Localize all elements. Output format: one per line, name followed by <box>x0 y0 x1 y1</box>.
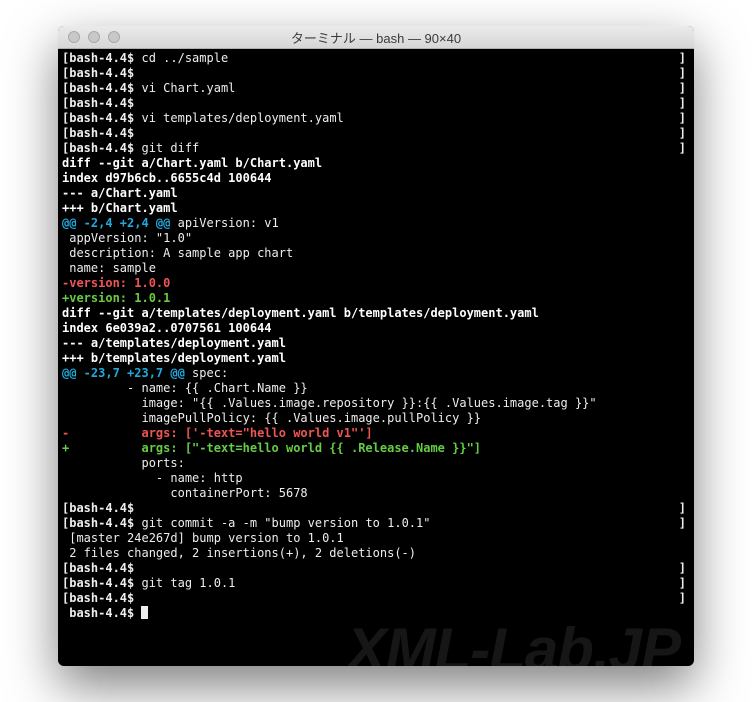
terminal-line: [bash-4.4$ ] <box>62 591 690 606</box>
shell-prompt: bash-4.4 <box>69 66 127 80</box>
terminal-line: - name: http <box>62 471 690 486</box>
terminal-line: --- a/Chart.yaml <box>62 186 690 201</box>
terminal-line: index d97b6cb..6655c4d 100644 <box>62 171 690 186</box>
command-text: git tag 1.0.1 <box>141 576 235 590</box>
terminal-line: - name: {{ .Chart.Name }} <box>62 381 690 396</box>
terminal-line: [bash-4.4$ vi templates/deployment.yaml] <box>62 111 690 126</box>
terminal-line: [bash-4.4$ ] <box>62 126 690 141</box>
command-text: cd ../sample <box>141 51 228 65</box>
window-title: ターミナル — bash — 90×40 <box>58 28 694 47</box>
terminal-line: [bash-4.4$ git commit -a -m "bump versio… <box>62 516 690 531</box>
terminal-line: [bash-4.4$ git tag 1.0.1] <box>62 576 690 591</box>
terminal-line: -version: 1.0.0 <box>62 276 690 291</box>
shell-prompt: bash-4.4 <box>69 126 127 140</box>
terminal-line: [bash-4.4$ ] <box>62 501 690 516</box>
shell-prompt: bash-4.4 <box>69 606 127 620</box>
command-text: vi Chart.yaml <box>141 81 235 95</box>
terminal-line: @@ -23,7 +23,7 @@ spec: <box>62 366 690 381</box>
terminal-line: [bash-4.4$ ] <box>62 66 690 81</box>
terminal-line: [bash-4.4$ ] <box>62 96 690 111</box>
shell-prompt: bash-4.4 <box>69 96 127 110</box>
shell-prompt: bash-4.4 <box>69 591 127 605</box>
terminal-line: + args: ["-text=hello world {{ .Release.… <box>62 441 690 456</box>
terminal-line: --- a/templates/deployment.yaml <box>62 336 690 351</box>
terminal-line: [bash-4.4$ vi Chart.yaml] <box>62 81 690 96</box>
terminal-line: diff --git a/Chart.yaml b/Chart.yaml <box>62 156 690 171</box>
terminal-line: [bash-4.4$ ] <box>62 561 690 576</box>
zoom-icon[interactable] <box>108 31 120 43</box>
terminal-line: +version: 1.0.1 <box>62 291 690 306</box>
shell-prompt: bash-4.4 <box>69 81 127 95</box>
terminal-line: +++ b/Chart.yaml <box>62 201 690 216</box>
shell-prompt: bash-4.4 <box>69 501 127 515</box>
shell-prompt: bash-4.4 <box>69 111 127 125</box>
command-text: git commit -a -m "bump version to 1.0.1" <box>141 516 430 530</box>
terminal-line: +++ b/templates/deployment.yaml <box>62 351 690 366</box>
cursor <box>141 606 148 619</box>
terminal-line: 2 files changed, 2 insertions(+), 2 dele… <box>62 546 690 561</box>
minimize-icon[interactable] <box>88 31 100 43</box>
shell-prompt: bash-4.4 <box>69 51 127 65</box>
terminal-line: index 6e039a2..0707561 100644 <box>62 321 690 336</box>
command-text: vi templates/deployment.yaml <box>141 111 343 125</box>
terminal-line: ports: <box>62 456 690 471</box>
terminal-window: ターミナル — bash — 90×40 [bash-4.4$ cd ../sa… <box>58 26 694 666</box>
terminal-line: appVersion: "1.0" <box>62 231 690 246</box>
terminal-line: [bash-4.4$ cd ../sample] <box>62 51 690 66</box>
shell-prompt: bash-4.4 <box>69 561 127 575</box>
shell-prompt: bash-4.4 <box>69 576 127 590</box>
terminal-line: imagePullPolicy: {{ .Values.image.pullPo… <box>62 411 690 426</box>
watermark: XML-Lab.JP <box>347 642 680 657</box>
terminal-line: bash-4.4$ <box>62 606 690 621</box>
close-icon[interactable] <box>68 31 80 43</box>
terminal-line: image: "{{ .Values.image.repository }}:{… <box>62 396 690 411</box>
shell-prompt: bash-4.4 <box>69 141 127 155</box>
traffic-lights <box>58 31 120 43</box>
titlebar: ターミナル — bash — 90×40 <box>58 26 694 49</box>
command-text: git diff <box>141 141 199 155</box>
terminal-line: name: sample <box>62 261 690 276</box>
terminal-line: @@ -2,4 +2,4 @@ apiVersion: v1 <box>62 216 690 231</box>
terminal-line: [bash-4.4$ git diff] <box>62 141 690 156</box>
terminal-line: containerPort: 5678 <box>62 486 690 501</box>
terminal-line: [master 24e267d] bump version to 1.0.1 <box>62 531 690 546</box>
terminal-body[interactable]: [bash-4.4$ cd ../sample][bash-4.4$ ][bas… <box>58 49 694 666</box>
terminal-line: diff --git a/templates/deployment.yaml b… <box>62 306 690 321</box>
terminal-line: description: A sample app chart <box>62 246 690 261</box>
terminal-line: - args: ['-text="hello world v1"'] <box>62 426 690 441</box>
shell-prompt: bash-4.4 <box>69 516 127 530</box>
